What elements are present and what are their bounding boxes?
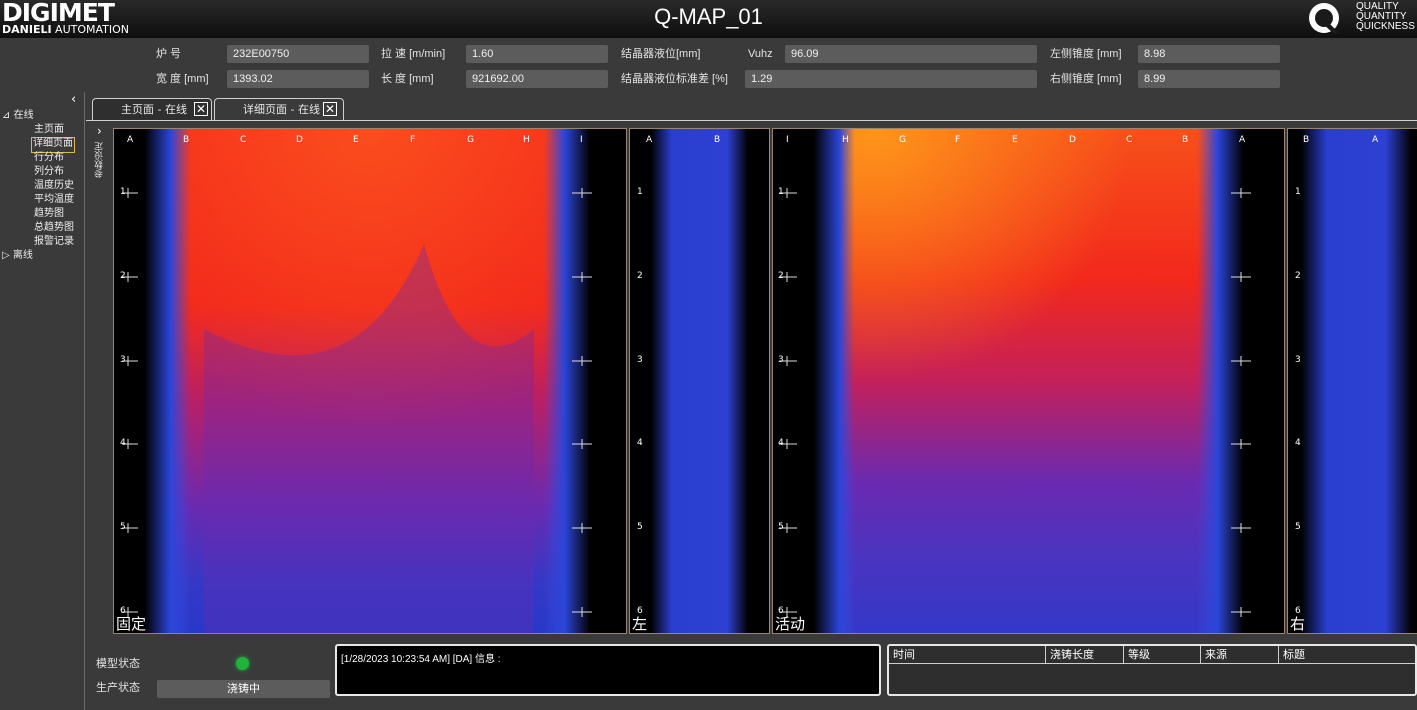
cast-speed-value: 1.60 [466,45,608,63]
tab-detail-page[interactable]: 详细页面 - 在线 ✕ [214,98,344,121]
column-header-time[interactable]: 时间 [889,646,1046,664]
q-logo-line-3: QUICKNESS [1356,21,1415,32]
row-label: 3 [1295,355,1301,365]
column-header: B [1303,135,1310,145]
nav-item-average-temperature[interactable]: 平均温度 [34,193,74,207]
row-label: 5 [637,522,643,532]
panel-title-right: 右 [1290,615,1306,633]
tab-strip-line-left [86,120,213,121]
column-header-level[interactable]: 等级 [1124,646,1201,664]
alarm-table[interactable]: 时间 浇铸长度 等级 来源 标题 [887,644,1417,696]
mold-level-std-value: 1.29 [745,70,1037,88]
nav-item-temperature-history[interactable]: 温度历史 [34,179,74,193]
nav-item-main-page[interactable]: 主页面 [34,123,64,137]
mold-level-std-label: 结晶器液位标准差 [%] [621,73,728,85]
heatmap-left-side: A B 1 2 3 4 5 6 左 [629,128,770,634]
thermocouple-markers [122,188,592,617]
row-label: 3 [637,355,643,365]
production-status-value: 浇铸中 [157,680,330,698]
row-label: 4 [637,438,643,448]
nav-item-row-distribution[interactable]: 行分布 [34,151,64,165]
message-line: [1/28/2023 10:23:54 AM] [DA] 信息 : [341,654,501,665]
window-title: Q-MAP_01 [654,4,763,29]
cast-speed-label: 拉 速 [m/min] [381,48,446,60]
close-icon[interactable]: ✕ [323,102,337,116]
column-header: B [714,135,721,145]
nav-offline[interactable]: ▷ 离线 [2,249,33,263]
row-label: 1 [1295,187,1301,197]
row-label: 2 [1295,271,1301,281]
panel-title-left: 左 [632,615,648,633]
right-taper-label: 右侧锥度 [mm] [1050,73,1122,85]
chevron-left-icon[interactable]: ‹ [71,92,76,107]
nav-item-column-distribution[interactable]: 列分布 [34,165,64,179]
tab-detail-page-label: 详细页面 - 在线 [243,103,320,116]
furnace-no-label: 炉 号 [156,48,182,60]
nav-item-overall-trend[interactable]: 总趋势图 [34,221,74,235]
row-label: 4 [1295,438,1301,448]
nav-online[interactable]: ⊿ 在线 [2,109,34,123]
tab-main-page-label: 主页面 - 在线 [121,103,187,116]
tab-main-page[interactable]: 主页面 - 在线 ✕ [92,98,212,120]
width-value: 1393.02 [227,70,369,88]
production-status-label: 生产状态 [96,682,140,694]
model-status-indicator [236,657,249,670]
length-label: 长 度 [mm] [381,73,434,85]
model-status-label: 模型状态 [96,658,140,670]
column-header: A [1372,135,1379,145]
column-header-cast-length[interactable]: 浇铸长度 [1046,646,1124,664]
message-log[interactable]: [1/28/2023 10:23:54 AM] [DA] 信息 : [335,644,881,696]
column-header: A [646,135,653,145]
furnace-no-value: 232E00750 [227,45,369,63]
parameter-settings-toggle[interactable]: 参数设定 [95,142,107,178]
tree-expanded-icon: ⊿ [2,110,11,121]
q-logo-icon [1309,3,1340,34]
width-label: 宽 度 [mm] [156,73,209,85]
heatmap-right-side: B A 1 2 3 4 5 6 右 [1287,128,1417,634]
chevron-right-icon[interactable]: › [97,124,102,138]
column-header-source[interactable]: 来源 [1201,646,1279,664]
left-taper-value: 8.98 [1138,45,1280,63]
row-label: 2 [637,271,643,281]
close-icon[interactable]: ✕ [194,102,208,116]
tab-strip-line [212,120,1417,121]
nav-item-alarm-log[interactable]: 报警记录 [34,235,74,249]
panel-title-fixed: 固定 [116,615,147,633]
heatmap-moving-side: I H G F E D C B A 1 2 3 4 5 6 活动 [772,128,1285,634]
heatmap-fixed-side: A B C D E F G H I 1 2 3 4 5 6 固定 [113,128,627,634]
thermocouple-markers [779,188,1251,617]
nav-item-trend[interactable]: 趋势图 [34,207,64,221]
length-value: 921692.00 [466,70,608,88]
mold-level-label: 结晶器液位[mm] [621,48,701,60]
row-label: 1 [637,187,643,197]
panel-title-moving: 活动 [775,615,806,633]
row-label: 5 [1295,522,1301,532]
tree-collapsed-icon: ▷ [2,250,10,261]
vuhz-value: 96.09 [785,45,1037,63]
column-header-title[interactable]: 标题 [1279,646,1415,664]
left-taper-label: 左侧锥度 [mm] [1050,48,1122,60]
right-taper-value: 8.99 [1138,70,1280,88]
vuhz-label: Vuhz [748,48,773,60]
